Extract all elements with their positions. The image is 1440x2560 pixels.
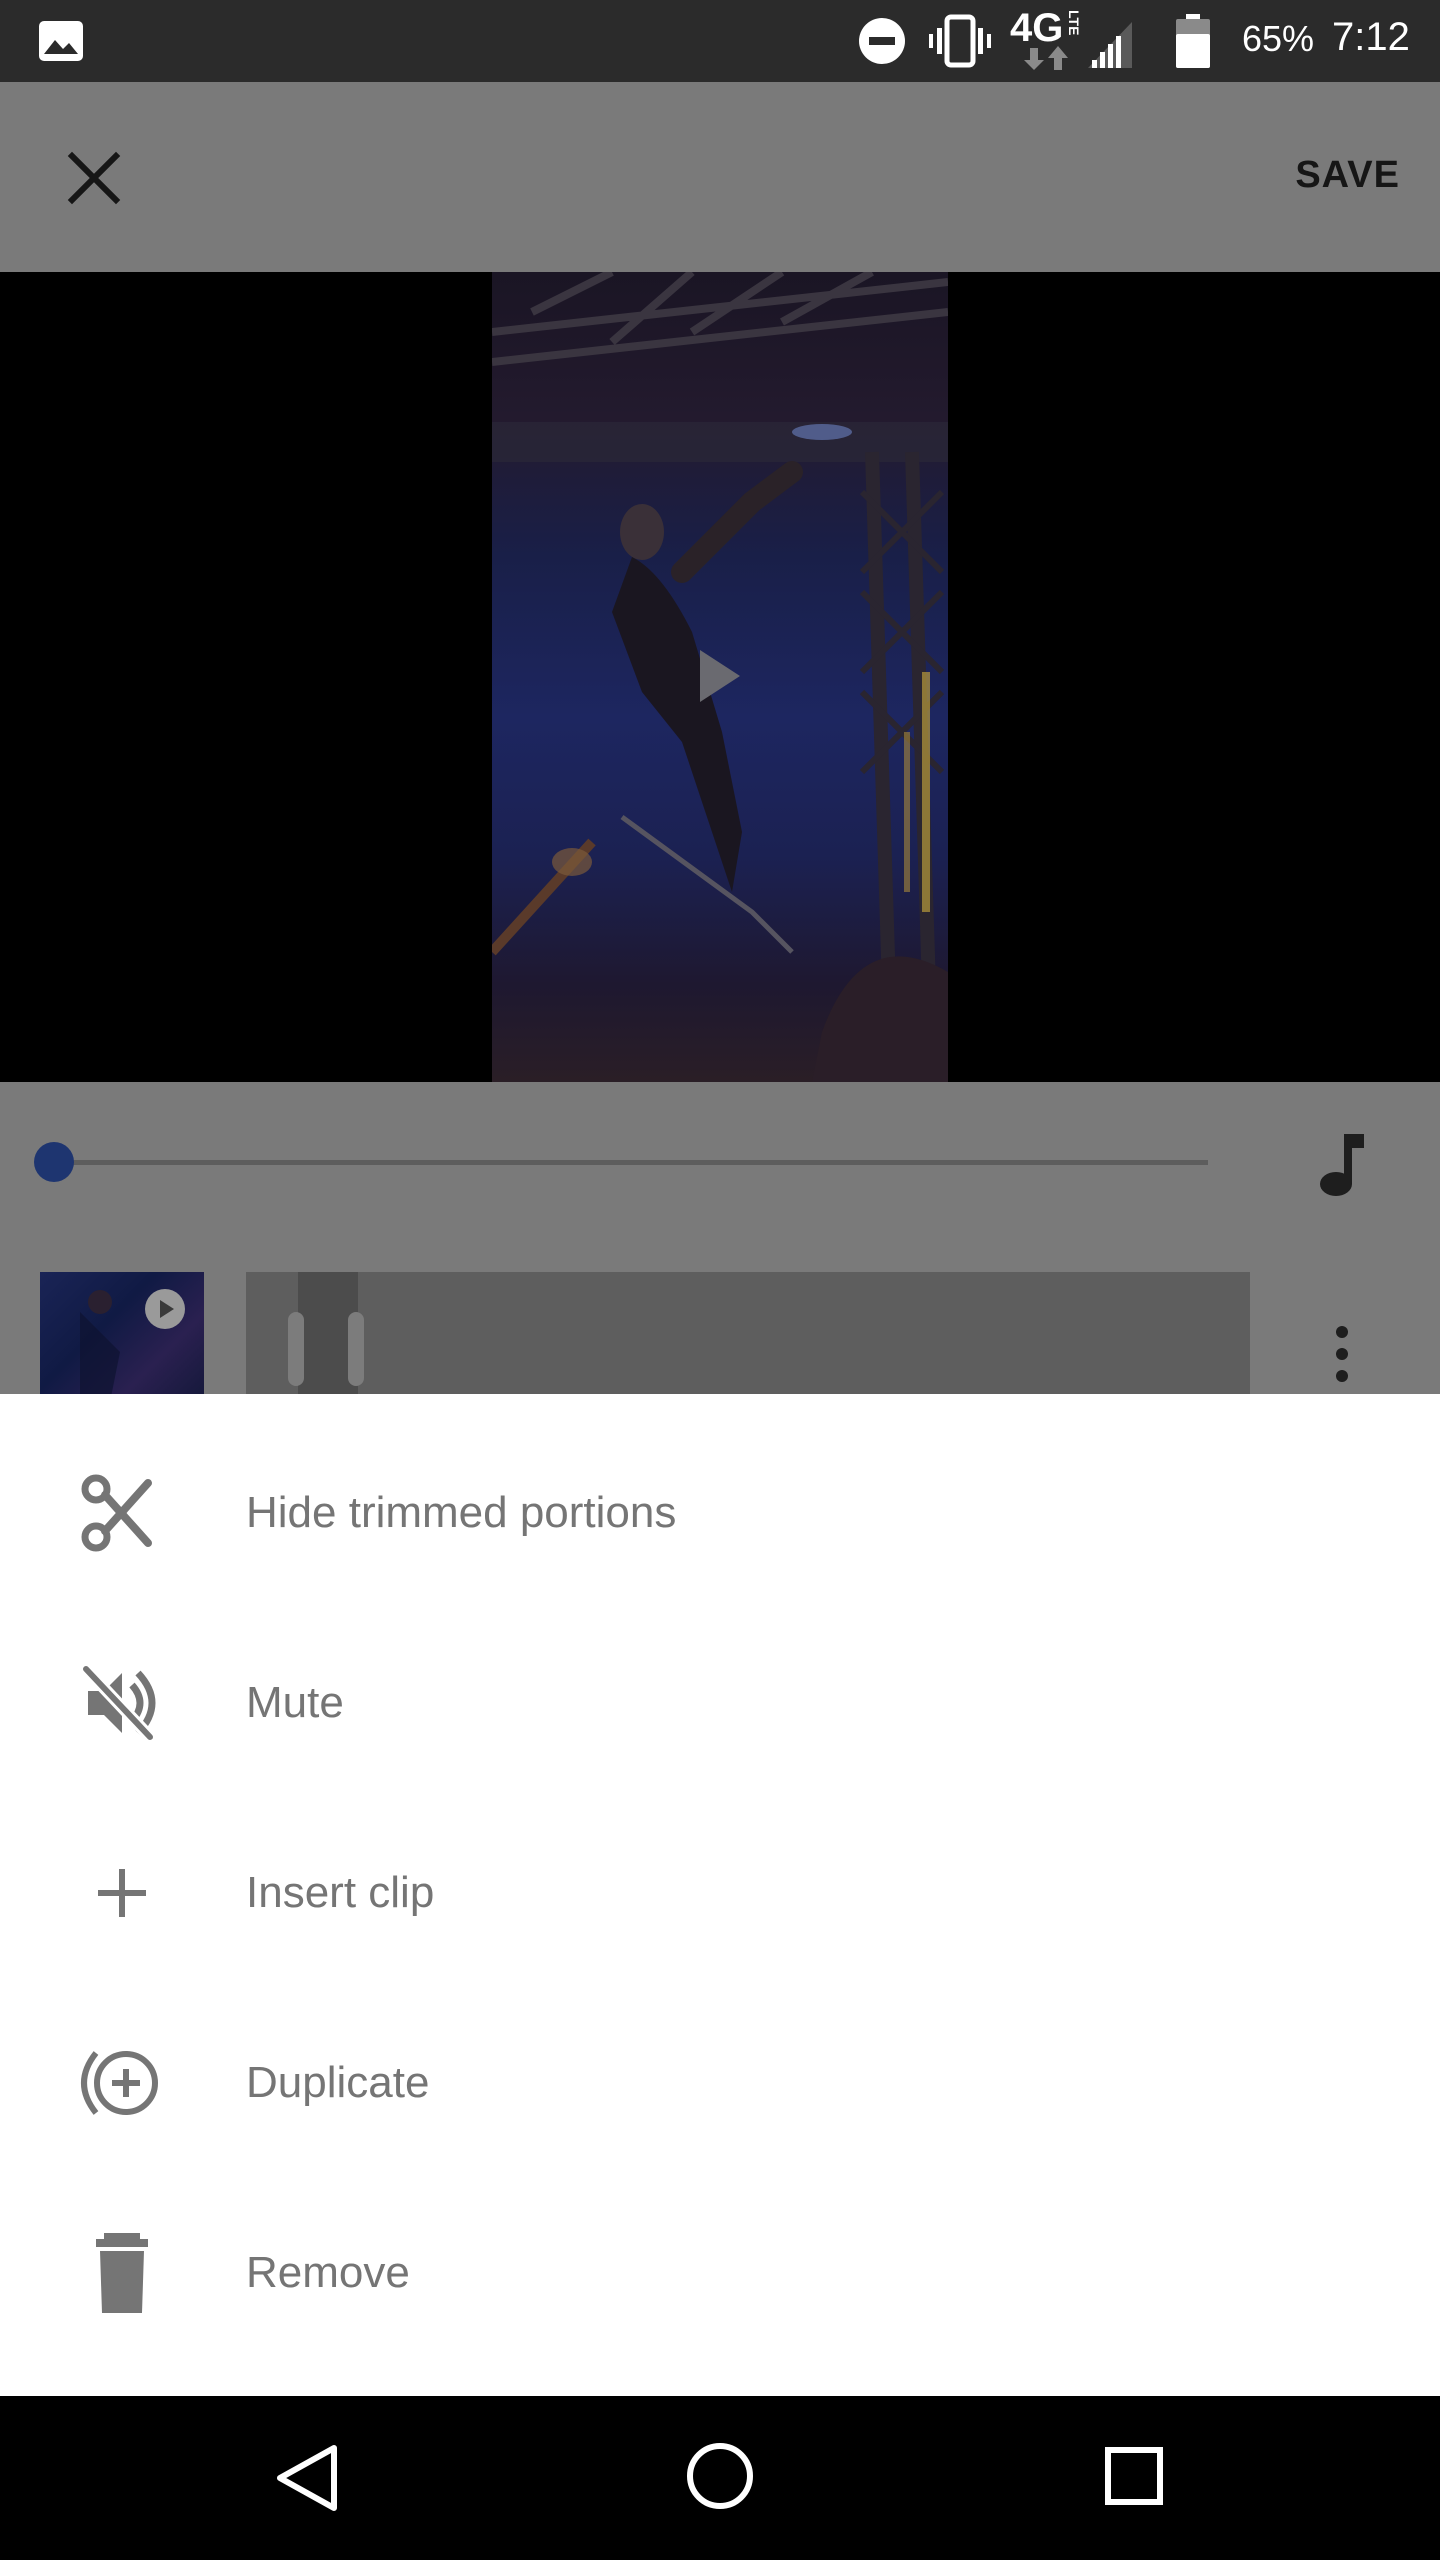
signal-icon: [1088, 22, 1132, 68]
menu-item-insert-clip[interactable]: Insert clip: [0, 1798, 1440, 1988]
do-not-disturb-icon: [859, 18, 905, 64]
clip-thumbnail-image: [80, 1290, 120, 1394]
clip-options-sheet: Hide trimmed portions Mute Insert clip D…: [0, 1394, 1440, 2396]
menu-item-duplicate[interactable]: Duplicate: [0, 1988, 1440, 2178]
navigation-bar: [0, 2396, 1440, 2560]
plus-icon: [98, 1869, 146, 1917]
timeline-panel: [0, 1082, 1440, 1394]
data-arrows-icon: [1024, 46, 1068, 70]
recents-icon[interactable]: [1104, 2446, 1164, 2506]
battery-icon: [1176, 14, 1210, 68]
home-icon[interactable]: [686, 2442, 754, 2510]
network-lte-label: LTE: [1066, 10, 1082, 36]
music-note-icon[interactable]: [1320, 1132, 1366, 1198]
menu-item-label: Insert clip: [246, 1868, 435, 1917]
video-still: [492, 272, 948, 1082]
back-icon[interactable]: [274, 2444, 340, 2512]
volume-off-icon: [81, 1664, 156, 1742]
clip-trim-strip[interactable]: [246, 1272, 1250, 1394]
close-icon[interactable]: [64, 148, 124, 208]
clip-thumbnail[interactable]: [40, 1272, 204, 1394]
status-bar: 4G LTE 65% 7:12: [0, 0, 1440, 82]
save-button[interactable]: SAVE: [1295, 154, 1400, 197]
scissors-icon: [81, 1474, 152, 1552]
trash-icon: [96, 2233, 148, 2313]
seek-bar[interactable]: [54, 1160, 1208, 1165]
trim-handle-start[interactable]: [288, 1312, 304, 1386]
duplicate-icon: [81, 2051, 158, 2115]
more-vert-icon[interactable]: [1334, 1324, 1350, 1384]
battery-percent: 65%: [1242, 18, 1315, 59]
menu-item-label: Remove: [246, 2248, 410, 2297]
network-type-label: 4G: [1010, 6, 1064, 50]
vibrate-icon: [929, 14, 991, 68]
menu-item-hide-trimmed[interactable]: Hide trimmed portions: [0, 1418, 1440, 1608]
menu-item-label: Mute: [246, 1678, 344, 1727]
seek-thumb[interactable]: [34, 1142, 74, 1182]
clock: 7:12: [1332, 15, 1410, 59]
trim-handle-end[interactable]: [348, 1312, 364, 1386]
app-bar: SAVE: [0, 82, 1440, 272]
menu-item-mute[interactable]: Mute: [0, 1608, 1440, 1798]
menu-item-label: Hide trimmed portions: [246, 1488, 677, 1537]
video-preview[interactable]: [0, 272, 1440, 1082]
gallery-notification-icon: [39, 21, 83, 61]
video-frame: [492, 272, 948, 1082]
menu-item-remove[interactable]: Remove: [0, 2178, 1440, 2368]
menu-item-label: Duplicate: [246, 2058, 430, 2107]
